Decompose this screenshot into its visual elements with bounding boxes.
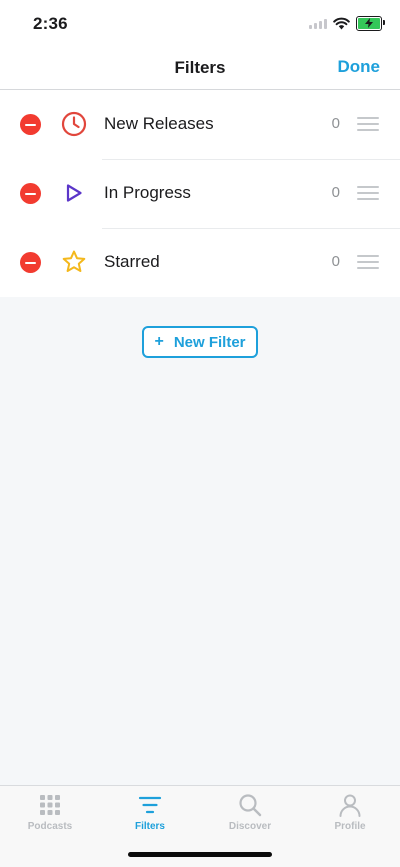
drag-handle-icon[interactable] xyxy=(357,255,379,269)
status-icons xyxy=(309,15,385,31)
delete-filter-button[interactable] xyxy=(20,252,41,273)
plus-icon: + xyxy=(154,333,164,350)
drag-handle-icon[interactable] xyxy=(357,186,379,200)
filter-name: In Progress xyxy=(104,183,191,202)
tab-discover[interactable]: Discover xyxy=(200,786,300,836)
filter-list: New Releases 0 In Progress 0 Starred 0 xyxy=(0,90,400,297)
new-filter-button[interactable]: + New Filter xyxy=(142,326,258,358)
filter-count: 0 xyxy=(331,253,340,270)
filter-name: New Releases xyxy=(104,114,214,133)
tab-podcasts[interactable]: Podcasts xyxy=(0,786,100,836)
search-icon xyxy=(239,794,262,817)
delete-filter-button[interactable] xyxy=(20,183,41,204)
nav-bar: Filters Done xyxy=(0,46,400,90)
tab-label: Profile xyxy=(334,821,366,832)
filter-count: 0 xyxy=(331,115,340,132)
wifi-icon xyxy=(333,17,350,29)
tab-profile[interactable]: Profile xyxy=(300,786,400,836)
battery-icon xyxy=(356,15,385,31)
play-icon xyxy=(66,184,82,202)
tab-label: Discover xyxy=(228,821,272,832)
status-time: 2:36 xyxy=(33,14,68,33)
new-filter-label: New Filter xyxy=(173,333,246,351)
clock-icon xyxy=(61,111,87,137)
person-icon xyxy=(339,794,361,817)
star-icon xyxy=(62,250,86,272)
filter-lines-icon xyxy=(138,796,162,814)
filter-row-in-progress[interactable]: In Progress 0 xyxy=(0,159,400,228)
filter-row-starred[interactable]: Starred 0 xyxy=(0,228,400,297)
tab-label: Filters xyxy=(134,821,165,832)
filter-name: Starred xyxy=(104,252,160,271)
tab-label: Podcasts xyxy=(27,821,73,832)
grid-icon xyxy=(40,795,60,815)
home-indicator xyxy=(128,852,272,857)
filter-count: 0 xyxy=(331,184,340,201)
filter-row-new-releases[interactable]: New Releases 0 xyxy=(0,90,400,159)
status-bar: 2:36 xyxy=(0,0,400,46)
done-button[interactable]: Done xyxy=(338,57,381,77)
tab-filters[interactable]: Filters xyxy=(100,786,200,836)
cellular-signal-icon xyxy=(309,17,327,29)
drag-handle-icon[interactable] xyxy=(357,117,379,131)
delete-filter-button[interactable] xyxy=(20,114,41,135)
